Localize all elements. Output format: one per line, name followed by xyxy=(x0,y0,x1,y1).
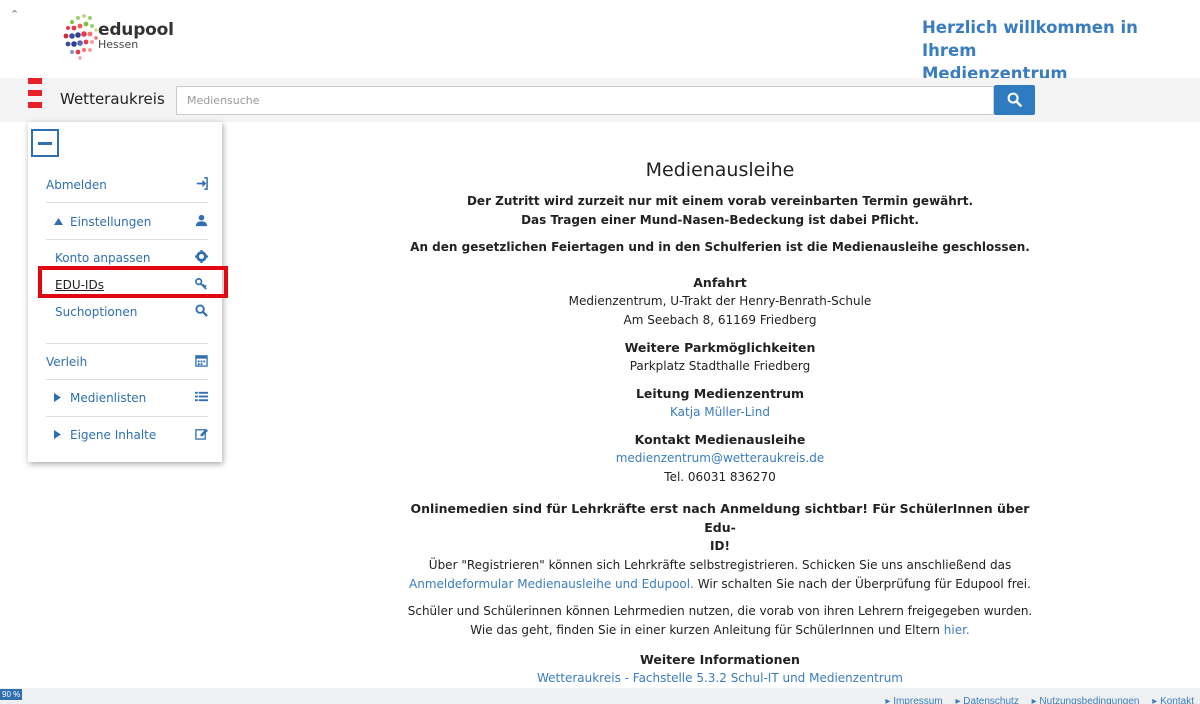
search-input[interactable]: Mediensuche xyxy=(176,86,994,115)
logo-subtitle: Hessen xyxy=(98,38,139,51)
student-line-2: Wie das geht, finden Sie in einer kurzen… xyxy=(400,621,1040,640)
menu-divider xyxy=(46,343,208,344)
info-heading: Weitere Informationen xyxy=(640,652,800,667)
gear-icon xyxy=(195,250,208,263)
page: ⌃ edupool Hessen Herzlich willkommen in … xyxy=(0,0,1200,704)
leitung-heading: Leitung Medienzentrum xyxy=(635,386,805,401)
edit-icon xyxy=(195,428,208,440)
region-flag-icon xyxy=(28,78,42,108)
menu-item-eigene-inhalte[interactable]: Eigene Inhalte xyxy=(46,425,208,445)
zoom-level: 90 % xyxy=(0,689,23,700)
online-heading-1: Onlinemedien sind für Lehrkräfte erst na… xyxy=(410,501,1030,535)
footer-link-impressum[interactable]: ▸ Impressum xyxy=(885,696,942,704)
caret-up-icon xyxy=(54,218,63,225)
registration-form-link[interactable]: Anmeldeformular Medienausleihe und Edupo… xyxy=(409,577,694,591)
notice-line-2: Das Tragen einer Mund-Nasen-Bedeckung is… xyxy=(521,213,919,227)
menu-item-label: Eigene Inhalte xyxy=(70,428,157,442)
search-icon xyxy=(1007,92,1022,107)
footer-link-datenschutz[interactable]: ▸ Datenschutz xyxy=(955,696,1018,704)
calendar-icon xyxy=(195,355,208,367)
menu-item-abmelden[interactable]: Abmelden xyxy=(46,175,208,195)
menu-collapse-button[interactable] xyxy=(31,129,59,157)
register-line-2: Anmeldeformular Medienausleihe und Edupo… xyxy=(400,575,1040,594)
menu-item-label: Einstellungen xyxy=(70,215,152,229)
menu-item-konto-anpassen[interactable]: Konto anpassen xyxy=(46,248,208,268)
info-link[interactable]: Wetteraukreis - Fachstelle 5.3.2 Schul-I… xyxy=(400,669,1040,688)
menu-item-medienlisten[interactable]: Medienlisten xyxy=(46,388,208,408)
online-heading-2: ID! xyxy=(710,539,730,553)
student-line-1: Schüler und Schülerinnen können Lehrmedi… xyxy=(407,604,1033,618)
register-line-1: Über "Registrieren" können sich Lehrkräf… xyxy=(428,558,1012,572)
parking-line: Parkplatz Stadthalle Friedberg xyxy=(629,359,811,373)
menu-divider xyxy=(46,416,208,417)
menu-item-label: Medienlisten xyxy=(70,391,147,405)
welcome-line-1: Herzlich willkommen in Ihrem xyxy=(922,18,1138,60)
menu-divider xyxy=(46,379,208,380)
caret-right-icon xyxy=(54,430,61,439)
footer-link-kontakt[interactable]: ▸ Kontakt xyxy=(1152,696,1194,704)
sign-in-icon xyxy=(196,177,208,190)
menu-item-label: Suchoptionen xyxy=(55,305,138,319)
menu-item-suchoptionen[interactable]: Suchoptionen xyxy=(46,302,208,322)
student-guide-link[interactable]: hier. xyxy=(944,623,970,637)
menu-item-verleih[interactable]: Verleih xyxy=(46,352,208,372)
search-icon xyxy=(195,304,208,317)
anfahrt-line-1: Medienzentrum, U-Trakt der Henry-Benrath… xyxy=(568,294,872,308)
menu-item-label: Abmelden xyxy=(46,178,107,192)
page-title: Medienausleihe xyxy=(645,159,795,181)
menu-divider xyxy=(46,202,208,203)
student-line-2-text: Wie das geht, finden Sie in einer kurzen… xyxy=(470,623,944,637)
register-line-2-text: Wir schalten Sie nach der Überprüfung fü… xyxy=(693,577,1031,591)
menu-divider xyxy=(46,239,208,240)
kontakt-email-link[interactable]: medienzentrum@wetteraukreis.de xyxy=(400,449,1040,468)
kontakt-phone: Tel. 06031 836270 xyxy=(664,470,776,484)
search-button[interactable] xyxy=(994,85,1035,115)
logo-name: edupool xyxy=(98,20,174,40)
notice-line-1: Der Zutritt wird zurzeit nur mit einem v… xyxy=(466,194,974,208)
menu-item-einstellungen[interactable]: Einstellungen xyxy=(46,212,208,232)
main-content: Medienausleihe Der Zutritt wird zurzeit … xyxy=(400,156,1040,688)
leitung-name-link[interactable]: Katja Müller-Lind xyxy=(400,403,1040,422)
region-name: Wetteraukreis xyxy=(60,90,165,108)
caret-right-icon xyxy=(54,393,61,402)
search-bar: Wetteraukreis Mediensuche xyxy=(0,78,1200,122)
search-placeholder: Mediensuche xyxy=(187,94,260,107)
anfahrt-line-2: Am Seebach 8, 61169 Friedberg xyxy=(623,313,817,327)
list-icon xyxy=(195,391,208,402)
menu-item-label: Verleih xyxy=(46,355,88,369)
menu-item-label: Konto anpassen xyxy=(55,251,151,265)
anfahrt-heading: Anfahrt xyxy=(693,275,747,290)
notice-holidays: An den gesetzlichen Feiertagen und in de… xyxy=(410,240,1030,254)
footer-links: ▸ Impressum ▸ Datenschutz ▸ Nutzungsbedi… xyxy=(875,696,1194,704)
collapse-header-icon[interactable]: ⌃ xyxy=(10,8,19,21)
minus-icon xyxy=(38,142,52,145)
kontakt-heading: Kontakt Medienausleihe xyxy=(634,432,806,447)
user-icon xyxy=(195,214,208,227)
footer-link-nutzungsbedingungen[interactable]: ▸ Nutzungsbedingungen xyxy=(1032,696,1140,704)
parking-heading: Weitere Parkmöglichkeiten xyxy=(624,340,816,355)
edu-ids-highlight xyxy=(38,266,228,298)
